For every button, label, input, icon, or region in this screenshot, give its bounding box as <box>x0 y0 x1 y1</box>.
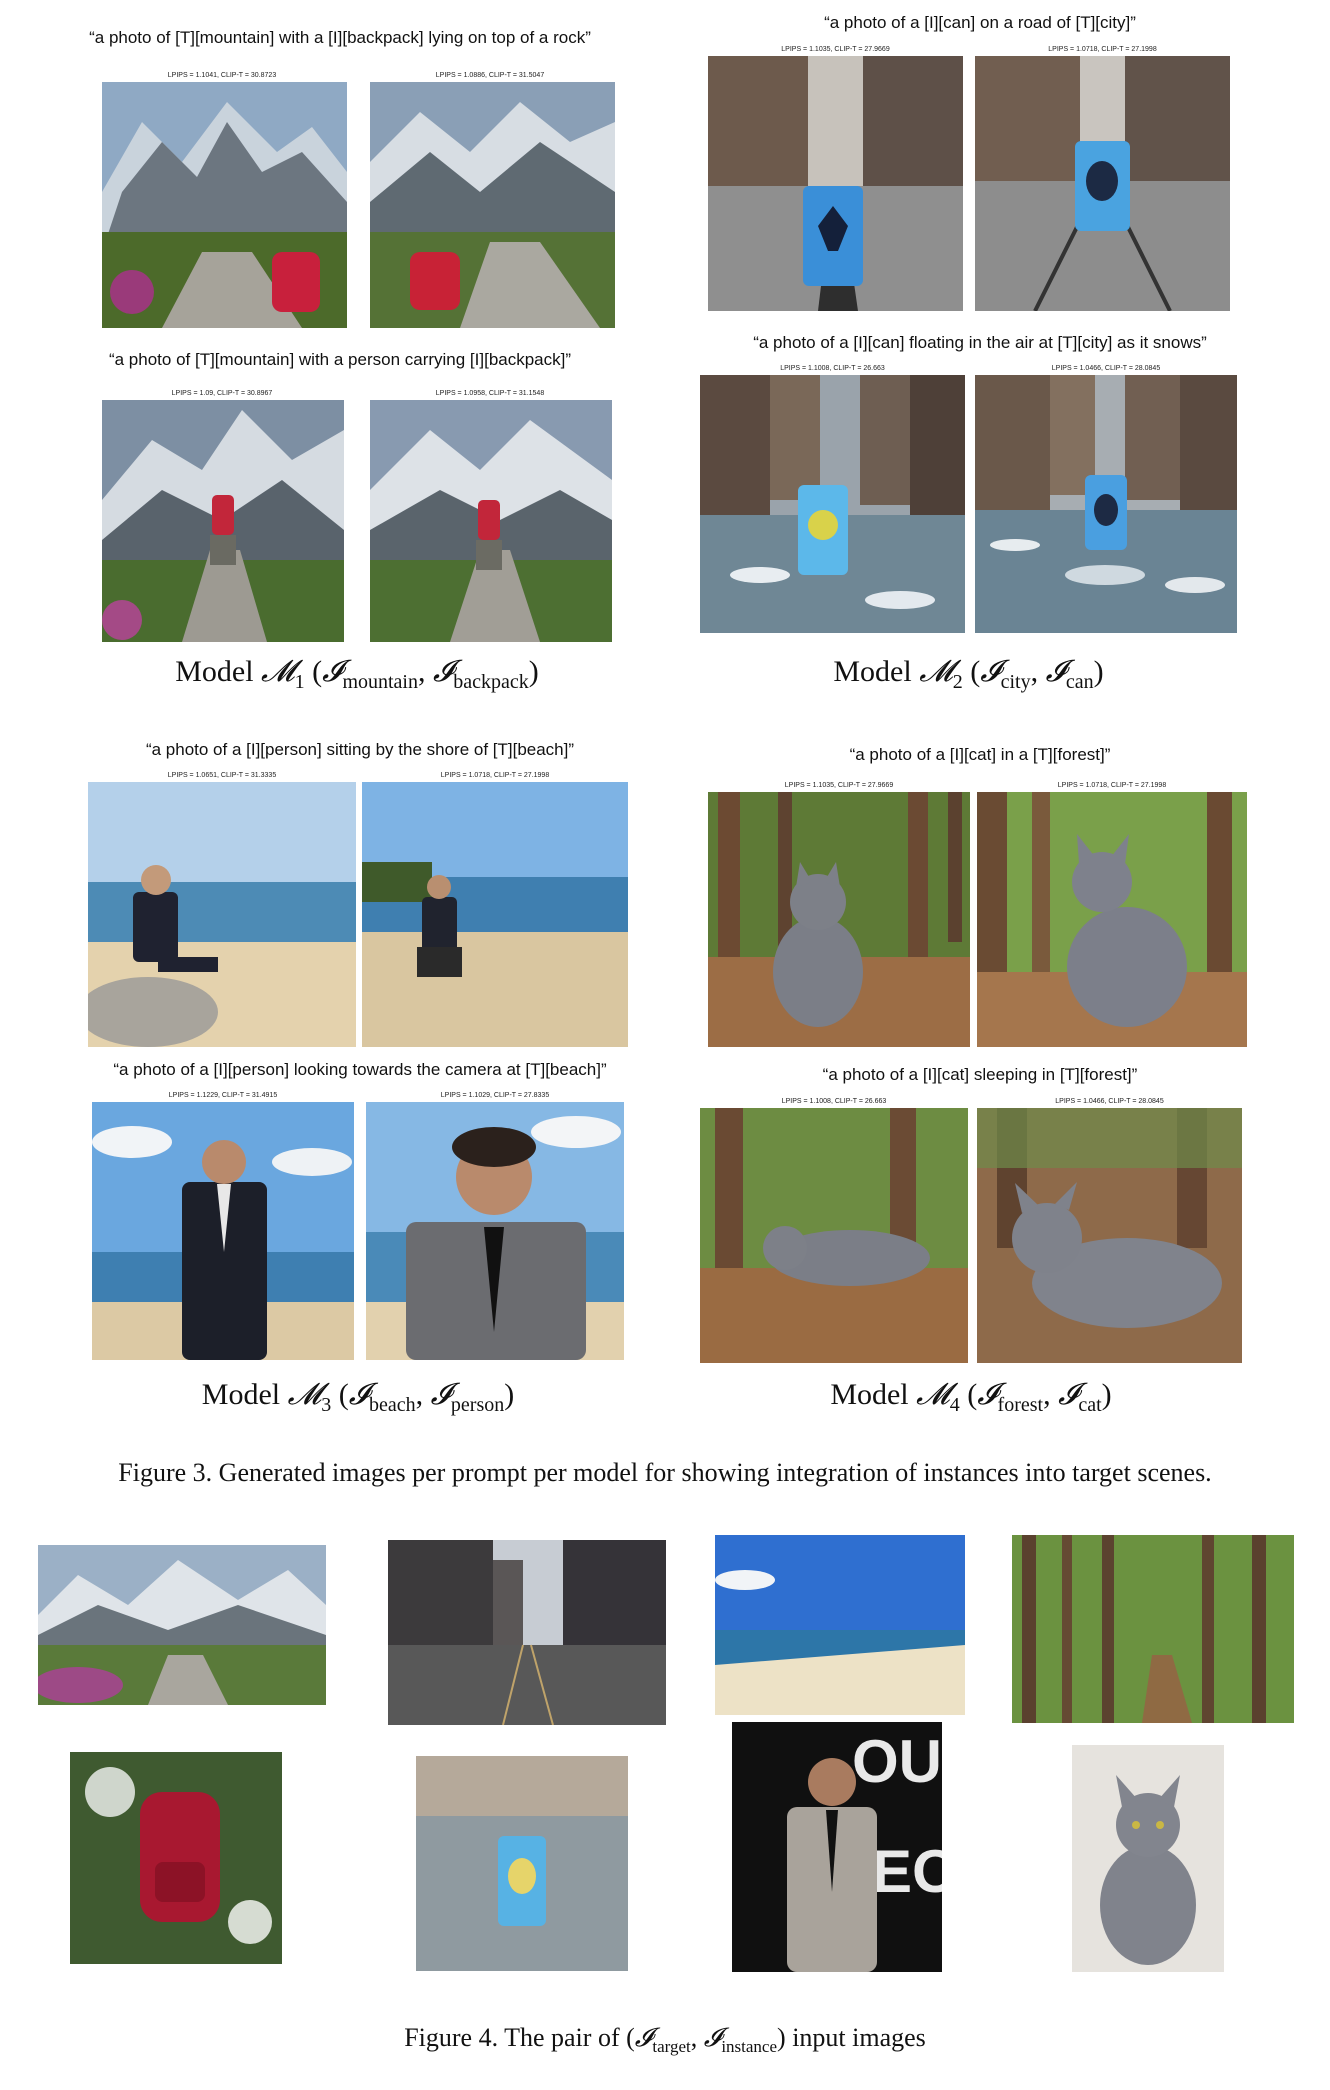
m2-can-floating-snow-image-2 <box>975 375 1237 633</box>
m1-metric-1a: LPIPS = 1.1041, CLIP-T = 30.8723 <box>167 72 277 79</box>
m1-mountain-person-backpack-image-1 <box>102 400 344 642</box>
m3-metric-1a: LPIPS = 1.0651, CLIP-T = 31.3335 <box>167 772 277 779</box>
m3-metric-1b: LPIPS = 1.0718, CLIP-T = 27.1998 <box>440 772 550 779</box>
input-instance-cat-image <box>1072 1745 1224 1972</box>
m1-metric-2b: LPIPS = 1.0958, CLIP-T = 31.1548 <box>435 390 545 397</box>
m3-metric-2b: LPIPS = 1.1029, CLIP-T = 27.8335 <box>440 1092 550 1099</box>
input-target-mountain-image <box>38 1545 326 1705</box>
m4-cat-sleeping-forest-image-2 <box>977 1108 1242 1363</box>
m1-model-caption: Model 𝓜1 (𝓘mountain, 𝓘backpack) <box>175 655 539 693</box>
m4-metric-2b: LPIPS = 1.0466, CLIP-T = 28.0845 <box>1055 1098 1164 1105</box>
m1-mountain-backpack-rock-image-2 <box>370 82 615 328</box>
m3-person-sitting-shore-image-2 <box>362 782 628 1047</box>
m2-metric-1b: LPIPS = 1.0718, CLIP-T = 27.1998 <box>1048 46 1157 53</box>
m4-cat-sleeping-forest-image-1 <box>700 1108 968 1363</box>
m2-model-caption: Model 𝓜2 (𝓘city, 𝓘can) <box>833 655 1104 693</box>
m3-person-facing-camera-image-2 <box>366 1102 624 1360</box>
input-target-forest-image <box>1012 1535 1294 1723</box>
m2-metric-1a: LPIPS = 1.1035, CLIP-T = 27.9669 <box>781 46 890 53</box>
input-instance-can-image <box>416 1756 628 1971</box>
figure-4-caption: Figure 4. The pair of (𝓘target, 𝓘instanc… <box>404 2023 926 2057</box>
m3-metric-2a: LPIPS = 1.1229, CLIP-T = 31.4915 <box>168 1092 278 1099</box>
svg-text:EO: EO <box>872 1838 942 1905</box>
m3-model-caption: Model 𝓜3 (𝓘beach, 𝓘person) <box>201 1378 515 1416</box>
m3-prompt-1: “a photo of a [I][person] sitting by the… <box>145 740 575 759</box>
m2-prompt-2: “a photo of a [I][can] floating in the a… <box>753 333 1207 352</box>
m4-metric-1a: LPIPS = 1.1035, CLIP-T = 27.9669 <box>784 782 894 789</box>
input-target-city-image <box>388 1540 666 1725</box>
figure-3-caption: Figure 3. Generated images per prompt pe… <box>118 1458 1212 1487</box>
m2-can-road-city-image-2 <box>975 56 1230 311</box>
m2-prompt-1: “a photo of a [I][can] on a road of [T][… <box>824 13 1136 32</box>
m4-cat-forest-image-1 <box>708 792 970 1047</box>
m3-person-sitting-shore-image-1 <box>88 782 356 1047</box>
m1-metric-2a: LPIPS = 1.09, CLIP-T = 30.8967 <box>171 390 273 397</box>
m2-metric-2a: LPIPS = 1.1008, CLIP-T = 26.663 <box>780 365 885 372</box>
m3-person-facing-camera-image-1 <box>92 1102 354 1360</box>
m4-prompt-2: “a photo of a [I][cat] sleeping in [T][f… <box>822 1065 1138 1084</box>
m2-can-floating-snow-image-1 <box>700 375 965 633</box>
m4-cat-forest-image-2 <box>977 792 1247 1047</box>
m1-mountain-person-backpack-image-2 <box>370 400 612 642</box>
m4-model-caption: Model 𝓜4 (𝓘forest, 𝓘cat) <box>830 1378 1112 1416</box>
m4-metric-2a: LPIPS = 1.1008, CLIP-T = 26.663 <box>781 1098 887 1105</box>
m1-metric-1b: LPIPS = 1.0886, CLIP-T = 31.5047 <box>435 72 545 79</box>
m2-metric-2b: LPIPS = 1.0466, CLIP-T = 28.0845 <box>1051 365 1161 372</box>
m1-prompt-2: “a photo of [T][mountain] with a person … <box>108 350 572 369</box>
m1-prompt-1: “a photo of [T][mountain] with a [I][bac… <box>89 28 591 47</box>
input-target-beach-image <box>715 1535 965 1715</box>
m3-prompt-2: “a photo of a [I][person] looking toward… <box>113 1060 607 1079</box>
m4-prompt-1: “a photo of a [I][cat] in a [T][forest]” <box>849 745 1111 764</box>
input-instance-backpack-image <box>70 1752 282 1964</box>
m2-can-road-city-image-1 <box>708 56 963 311</box>
input-instance-person-image: OUR EO <box>732 1722 942 1972</box>
m4-metric-1b: LPIPS = 1.0718, CLIP-T = 27.1998 <box>1057 782 1167 789</box>
svg-text:OUR: OUR <box>852 1728 942 1795</box>
m1-mountain-backpack-rock-image-1 <box>102 82 347 328</box>
